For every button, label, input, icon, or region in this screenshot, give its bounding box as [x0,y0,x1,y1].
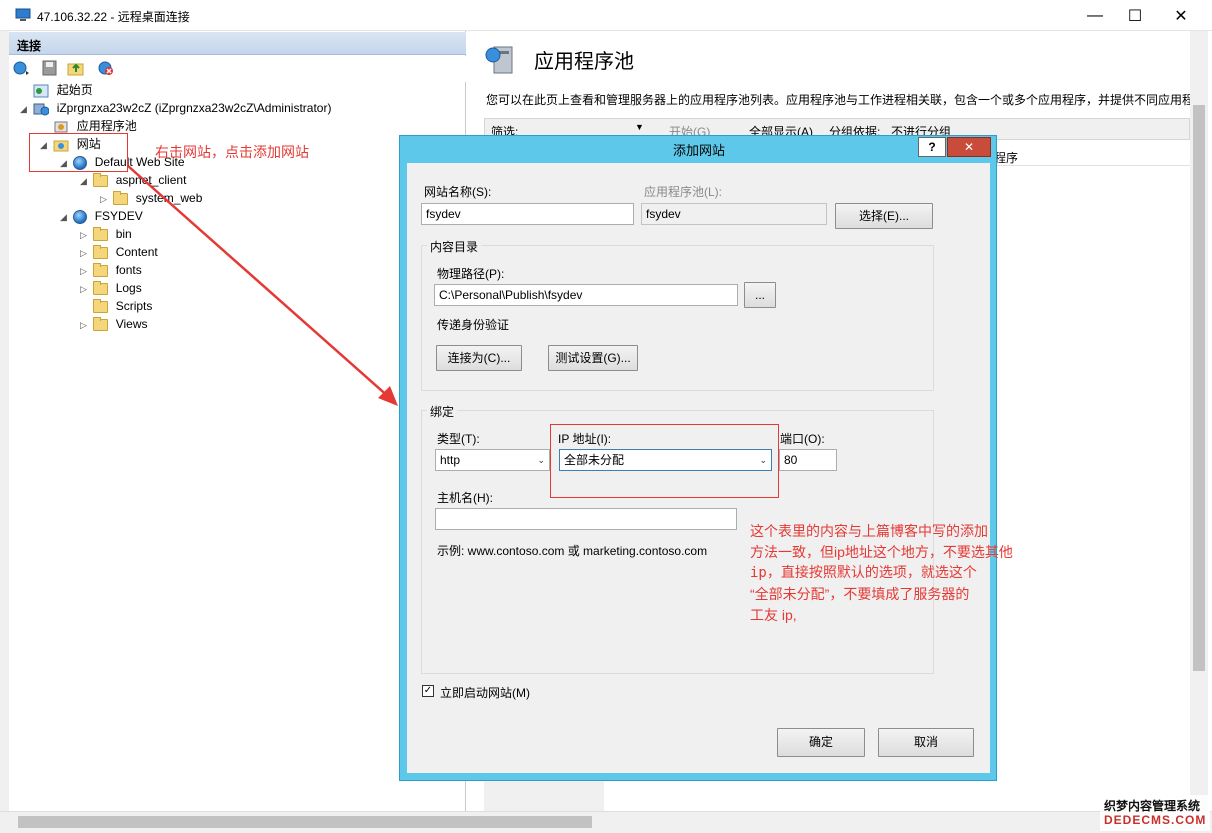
test-settings-button[interactable]: 测试设置(G)... [548,345,638,371]
tree-item-system-web[interactable]: ▷ system_web [100,189,331,207]
dialog-close-button[interactable]: ✕ [947,137,991,157]
start-site-label: 立即启动网站(M) [440,686,530,700]
vertical-scroll-thumb[interactable] [1193,105,1205,671]
window-title: 47.106.32.22 - 远程桌面连接 [37,10,190,24]
site-name-label: 网站名称(S): [424,185,492,199]
ok-button[interactable]: 确定 [777,728,865,757]
watermark: 织梦内容管理系统 DEDECMS.COM [1100,795,1210,831]
start-page-icon [33,84,49,98]
type-label: 类型(T): [437,432,480,446]
app-pool-large-icon [485,46,513,74]
connections-toolbar [9,56,466,82]
tree-item-content[interactable]: ▷ Content [80,243,331,261]
app-pool-input: fsydev [641,203,827,225]
connect-globe-icon[interactable] [12,60,30,76]
up-folder-icon[interactable] [67,60,85,76]
tree-item-fsydev[interactable]: ◢ FSYDEV [60,207,331,225]
close-window-button[interactable]: ✕ [1158,0,1204,31]
tree-item-aspnet-client[interactable]: ◢ aspnet_client [80,171,331,189]
folder-icon [93,244,109,259]
tree-item-logs[interactable]: ▷ Logs [80,279,331,297]
connections-header: 连接 [9,32,466,55]
maximize-button[interactable]: ☐ [1112,0,1158,31]
horizontal-scrollbar[interactable] [0,811,1212,833]
physical-path-label: 物理路径(P): [437,267,505,281]
disconnect-icon[interactable] [97,60,115,76]
tree-item-start-page[interactable]: 起始页 [20,81,331,99]
left-edge [0,31,9,811]
page-description: 您可以在此页上查看和管理服务器上的应用程序池列表。应用程序池与工作进程相关联，包… [486,93,1192,107]
annotation-ip-box [550,424,779,498]
expand-arrow-icon[interactable]: ▷ [80,262,90,280]
expand-arrow-icon[interactable]: ▷ [80,280,90,298]
type-select[interactable]: http ⌄ [435,449,550,471]
globe-icon [73,209,88,224]
browse-path-button[interactable]: ... [744,282,776,308]
window-titlebar: 47.106.32.22 - 远程桌面连接 — ☐ ✕ [0,0,1212,31]
collapse-arrow-icon[interactable]: ◢ [80,172,90,190]
start-site-checkbox[interactable]: ✓ [422,685,434,697]
folder-icon [93,262,109,277]
remote-desktop-icon [15,8,31,21]
annotation-sites-box [29,133,128,172]
tree-item-server[interactable]: ◢ iZprgnzxa23w2cZ (iZprgnzxa23w2cZ\Admin… [20,99,331,117]
cancel-button[interactable]: 取消 [878,728,974,757]
tree-item-views[interactable]: ▷ Views [80,315,331,333]
dialog-title: 添加网站 [672,143,725,158]
app-pool-label: 应用程序池(L): [644,185,723,199]
host-example-text: 示例: www.contoso.com 或 marketing.contoso.… [437,544,708,558]
horizontal-scroll-thumb[interactable] [18,816,592,828]
vertical-scrollbar[interactable] [1190,31,1208,811]
annotation-sites-note: 右击网站，点击添加网站 [155,144,309,160]
folder-icon [93,280,109,295]
pass-auth-label: 传递身份验证 [437,318,510,332]
content-directory-title: 内容目录 [427,238,482,255]
save-icon[interactable] [41,60,59,76]
site-name-input[interactable]: fsydev [421,203,634,225]
expand-arrow-icon[interactable]: ▷ [80,244,90,262]
collapse-arrow-icon[interactable]: ◢ [20,100,30,118]
server-icon [33,103,50,116]
annotation-ip-note: 这个表里的内容与上篇博客中写的添加 方法一致，但ip地址这个地方，不要选其他 i… [750,523,1013,623]
folder-icon [113,190,129,205]
folder-icon [93,172,109,187]
tree-item-scripts[interactable]: Scripts [80,297,331,315]
select-app-pool-button[interactable]: 选择(E)... [835,203,933,229]
pane-footer-tab [484,776,604,811]
expand-arrow-icon[interactable]: ▷ [80,316,90,334]
port-label: 端口(O): [780,432,825,446]
port-input[interactable]: 80 [779,449,837,471]
folder-icon [93,226,109,241]
page-title: 应用程序池 [534,51,634,73]
app-pool-icon [54,121,68,133]
binding-title: 绑定 [427,403,458,420]
help-button[interactable]: ? [918,137,946,157]
folder-icon [93,316,109,331]
connect-as-button[interactable]: 连接为(C)... [436,345,522,371]
folder-icon [93,298,109,313]
chevron-down-icon: ⌄ [537,455,545,465]
collapse-arrow-icon[interactable]: ◢ [60,208,70,226]
expand-arrow-icon[interactable]: ▷ [80,226,90,244]
tree-item-bin[interactable]: ▷ bin [80,225,331,243]
connections-tree: 起始页 ◢ iZprgnzxa23w2cZ (iZprgnzxa23w2cZ\A… [20,81,331,333]
physical-path-input[interactable]: C:\Personal\Publish\fsydev [434,284,738,306]
host-name-label: 主机名(H): [437,491,493,505]
tree-item-fonts[interactable]: ▷ fonts [80,261,331,279]
expand-arrow-icon[interactable]: ▷ [100,190,110,208]
host-name-input[interactable] [435,508,737,530]
filter-dropdown-icon[interactable]: ▼ [635,122,644,132]
